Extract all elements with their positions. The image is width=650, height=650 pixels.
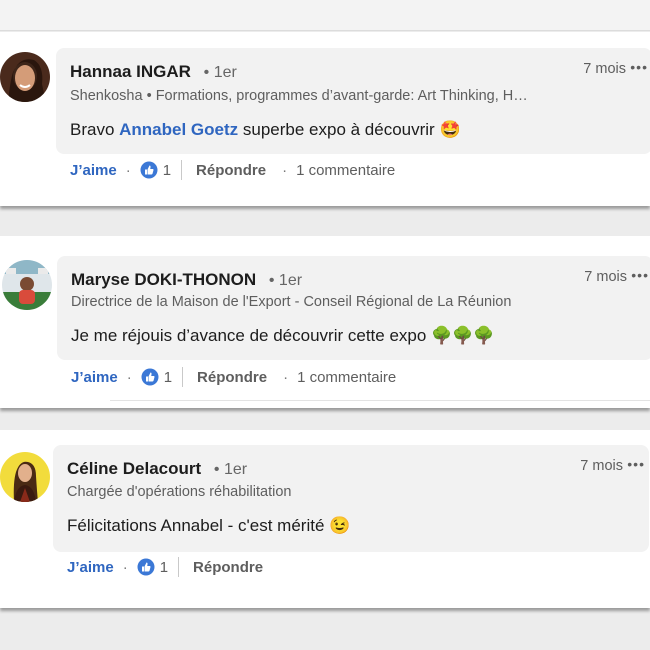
previous-card-edge (0, 0, 650, 31)
separator-dot: · (122, 558, 128, 576)
comment-bubble: Céline Delacourt • 1er Chargée d'opérati… (53, 445, 649, 552)
separator-dot: · (125, 161, 131, 179)
mention-link[interactable]: Annabel Goetz (119, 120, 238, 139)
author-name[interactable]: Maryse DOKI-THONON (71, 270, 256, 289)
avatar[interactable] (0, 52, 50, 102)
like-reaction-icon (141, 368, 159, 386)
comment-bubble: Maryse DOKI-THONON • 1er Directrice de l… (57, 256, 650, 360)
like-button[interactable]: J’aime (71, 369, 118, 386)
author-name[interactable]: Hannaa INGAR (70, 62, 191, 81)
like-count[interactable]: 1 (163, 162, 171, 179)
avatar-photo (0, 52, 50, 102)
connection-degree: • 1er (268, 272, 303, 289)
like-reaction-icon (137, 558, 155, 576)
more-options-icon[interactable]: ••• (627, 456, 645, 472)
thread-divider (110, 400, 650, 401)
avatar-photo (0, 452, 50, 502)
like-reaction-icon (140, 161, 158, 179)
reply-count-link[interactable]: 1 commentaire (296, 162, 395, 179)
separator-dot: · (283, 368, 289, 386)
comment-card: Céline Delacourt • 1er Chargée d'opérati… (0, 430, 650, 608)
author-headline: Shenkosha • Formations, programmes d’ava… (70, 88, 528, 104)
author-line: Hannaa INGAR • 1er (70, 62, 237, 82)
like-button[interactable]: J’aime (67, 559, 114, 576)
comment-bubble: Hannaa INGAR • 1er Shenkosha • Formation… (56, 48, 650, 154)
avatar[interactable] (2, 260, 52, 310)
divider (181, 160, 183, 180)
comment-card: Hannaa INGAR • 1er Shenkosha • Formation… (0, 32, 650, 206)
separator-dot: · (126, 368, 132, 386)
comment-text: Félicitations Annabel - c'est mérité 😉 (67, 516, 351, 535)
reply-button[interactable]: Répondre (197, 369, 267, 386)
author-line: Céline Delacourt • 1er (67, 459, 247, 479)
comment-text-after: superbe expo à découvrir 🤩 (238, 120, 461, 139)
avatar-photo (2, 260, 52, 310)
comment-text: Bravo Annabel Goetz superbe expo à décou… (70, 120, 461, 140)
comment-text-before: Bravo (70, 120, 120, 139)
reply-button[interactable]: Répondre (196, 162, 266, 179)
like-count[interactable]: 1 (160, 559, 168, 576)
divider (182, 367, 184, 387)
author-name[interactable]: Céline Delacourt (67, 459, 201, 478)
timestamp: 7 mois (583, 61, 626, 77)
comment-actions: J’aime · 1 Répondre · 1 commentaire (71, 367, 396, 387)
comment-actions: J’aime · 1 Répondre (67, 557, 263, 577)
author-headline: Chargée d'opérations réhabilitation (67, 484, 292, 500)
avatar[interactable] (0, 452, 50, 502)
author-headline: Directrice de la Maison de l'Export - Co… (71, 294, 512, 310)
comment-actions: J’aime · 1 Répondre · 1 commentaire (70, 160, 395, 180)
divider (178, 557, 180, 577)
author-line: Maryse DOKI-THONON • 1er (71, 270, 302, 290)
timestamp: 7 mois (584, 269, 627, 285)
like-count[interactable]: 1 (164, 369, 172, 386)
like-button[interactable]: J’aime (70, 162, 117, 179)
reply-button[interactable]: Répondre (193, 559, 263, 576)
more-options-icon[interactable]: ••• (630, 59, 648, 75)
connection-degree: • 1er (213, 461, 248, 478)
comment-text: Je me réjouis d’avance de découvrir cett… (71, 326, 495, 345)
comment-card: Maryse DOKI-THONON • 1er Directrice de l… (0, 236, 650, 408)
separator-dot: · (282, 161, 288, 179)
connection-degree: • 1er (203, 64, 237, 81)
more-options-icon[interactable]: ••• (631, 267, 649, 283)
timestamp: 7 mois (580, 458, 623, 474)
reply-count-link[interactable]: 1 commentaire (297, 369, 396, 386)
